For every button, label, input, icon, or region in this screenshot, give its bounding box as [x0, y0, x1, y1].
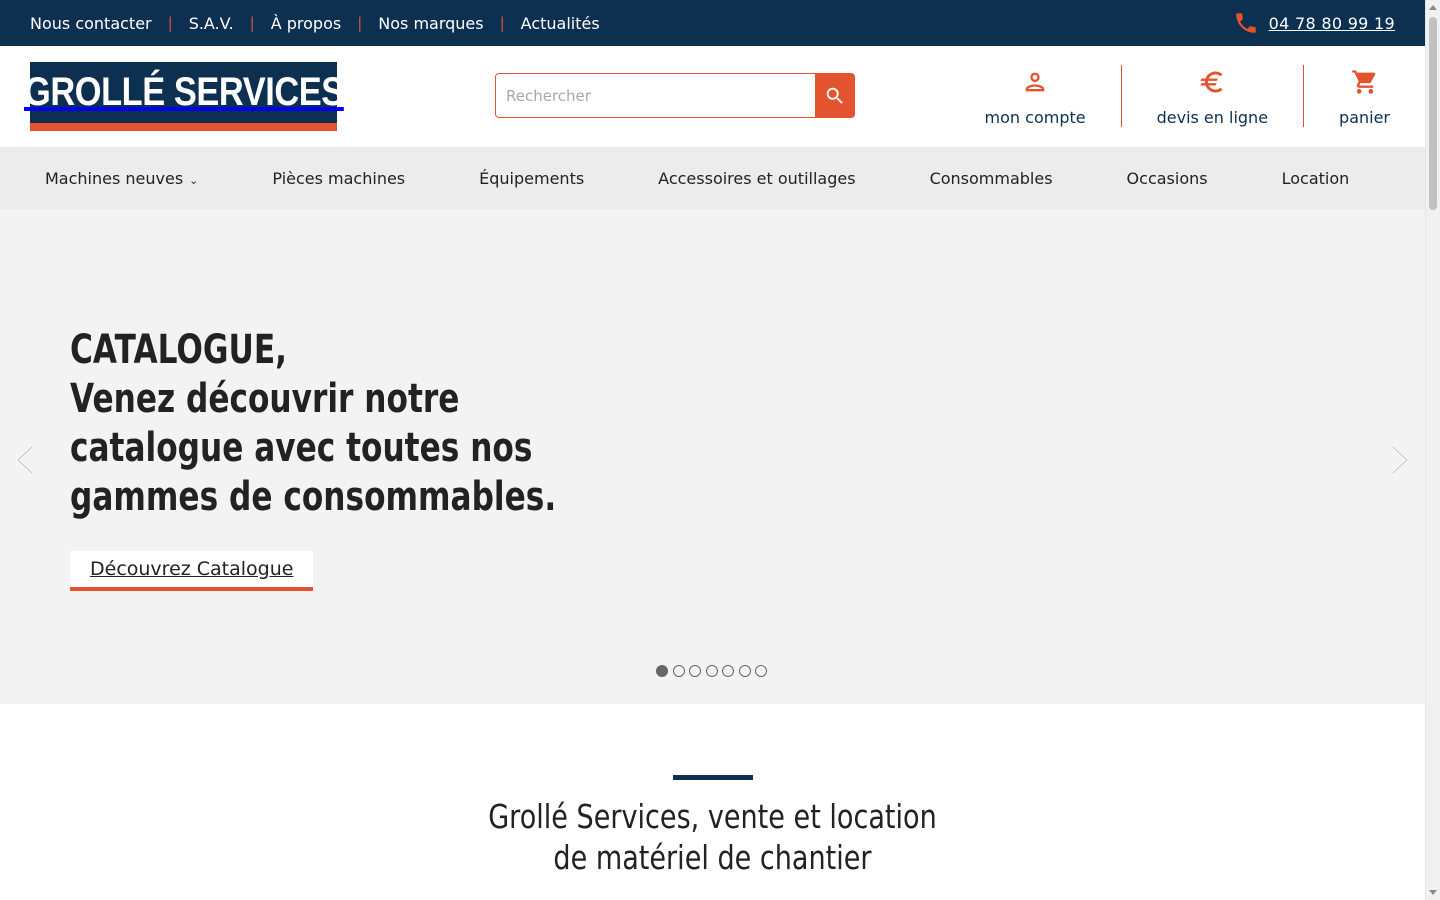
section-divider	[673, 775, 753, 780]
top-nav: Nous contacter | S.A.V. | À propos | Nos…	[30, 0, 600, 46]
euro-icon	[1200, 71, 1223, 93]
hero-slider: CATALOGUE, Venez découvrir notre catalog…	[0, 209, 1425, 704]
slider-prev-arrow-icon[interactable]	[14, 445, 36, 475]
top-link-about[interactable]: À propos	[271, 14, 341, 33]
header-actions: mon compte devis en ligne panier	[950, 65, 1390, 127]
slider-dot[interactable]	[755, 665, 767, 677]
nav-item-equipements[interactable]: Équipements	[479, 169, 584, 188]
search-icon	[826, 87, 843, 104]
top-nav-separator: |	[357, 14, 363, 32]
page-scrollbar[interactable]	[1425, 0, 1440, 900]
hero-title-line: gammes de consommables.	[70, 474, 557, 520]
slider-next-arrow-icon[interactable]	[1389, 445, 1411, 475]
phone-link[interactable]: 04 78 80 99 19	[1233, 0, 1395, 46]
nav-item-accessoires[interactable]: Accessoires et outillages	[658, 169, 855, 188]
top-bar: Nous contacter | S.A.V. | À propos | Nos…	[0, 0, 1425, 46]
site-logo[interactable]: GROLLÉ SERVICES	[24, 62, 344, 131]
slider-dot[interactable]	[738, 665, 751, 677]
account-label: mon compte	[984, 108, 1086, 127]
section-title: Grollé Services, vente et location de ma…	[128, 796, 1297, 878]
cart-icon	[1351, 70, 1375, 94]
site-header: GROLLÉ SERVICES mon compte devis en lign…	[0, 46, 1425, 147]
top-link-news[interactable]: Actualités	[521, 14, 600, 33]
slider-dot[interactable]	[689, 665, 701, 677]
top-link-contact[interactable]: Nous contacter	[30, 14, 152, 33]
scroll-up-icon[interactable]	[1429, 5, 1437, 10]
hero-title-line: CATALOGUE,	[70, 327, 288, 373]
main-nav-list: Machines neuves ⌄ Pièces machines Équipem…	[45, 147, 1349, 209]
top-link-brands[interactable]: Nos marques	[378, 14, 483, 33]
nav-item-consommables[interactable]: Consommables	[930, 169, 1053, 188]
account-icon	[1025, 72, 1045, 92]
logo-text: GROLLÉ SERVICES	[23, 70, 344, 114]
slider-dot[interactable]	[722, 665, 734, 677]
chevron-down-icon: ⌄	[189, 173, 199, 187]
section-title-line: de matériel de chantier	[553, 838, 872, 877]
hero-cta-button[interactable]: Découvrez Catalogue	[70, 551, 314, 591]
scroll-down-icon[interactable]	[1429, 890, 1437, 895]
phone-number: 04 78 80 99 19	[1268, 13, 1395, 33]
top-nav-separator: |	[167, 14, 173, 32]
top-link-sav[interactable]: S.A.V.	[189, 14, 234, 33]
quote-label: devis en ligne	[1156, 108, 1269, 127]
search-button[interactable]	[815, 73, 855, 118]
section-title-line: Grollé Services, vente et location	[488, 797, 937, 836]
nav-item-occasions[interactable]: Occasions	[1127, 169, 1208, 188]
hero-title: CATALOGUE, Venez découvrir notre catalog…	[70, 326, 557, 522]
slider-dot[interactable]	[656, 665, 668, 677]
cart-label: panier	[1339, 108, 1390, 127]
nav-item-label: Machines neuves	[45, 168, 184, 188]
phone-icon	[1235, 13, 1256, 33]
top-nav-separator: |	[499, 14, 505, 32]
search-input[interactable]	[495, 73, 817, 118]
account-link[interactable]: mon compte	[950, 65, 1121, 127]
nav-item-machines-neuves[interactable]: Machines neuves ⌄	[45, 169, 198, 188]
hero-title-line: Venez découvrir notre	[70, 376, 460, 422]
hero-title-line: catalogue avec toutes nos	[70, 425, 533, 471]
slider-pagination	[656, 665, 772, 677]
slider-dot[interactable]	[705, 665, 718, 677]
scrollbar-thumb[interactable]	[1429, 17, 1437, 210]
main-nav: Machines neuves ⌄ Pièces machines Équipem…	[0, 147, 1425, 209]
intro-section: Grollé Services, vente et location de ma…	[0, 704, 1425, 900]
nav-item-location[interactable]: Location	[1282, 169, 1350, 188]
top-nav-separator: |	[249, 14, 255, 32]
cart-link[interactable]: panier	[1303, 65, 1390, 127]
quote-link[interactable]: devis en ligne	[1120, 65, 1303, 127]
slider-dot[interactable]	[672, 665, 685, 677]
search-form	[495, 73, 855, 118]
nav-item-pieces-machines[interactable]: Pièces machines	[272, 169, 405, 188]
